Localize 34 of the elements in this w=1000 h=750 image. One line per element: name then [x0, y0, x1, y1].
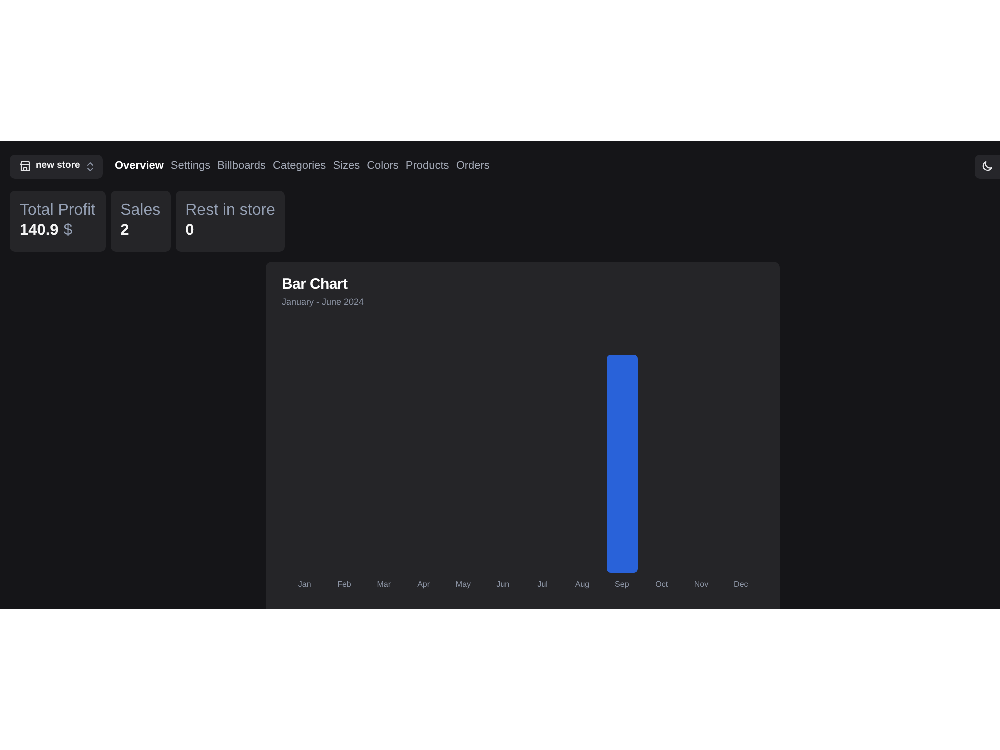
stat-title: Sales	[120, 201, 161, 220]
axis-label: Mar	[377, 580, 392, 590]
currency-symbol: $	[64, 221, 73, 241]
axis-label: May	[456, 580, 472, 590]
store-switcher[interactable]: new store	[10, 154, 103, 178]
stat-title: Total Profit	[20, 201, 96, 220]
axis-label: Jul	[538, 580, 548, 590]
stat-value: 2	[120, 221, 130, 241]
axis-label: Jun	[496, 580, 510, 590]
axis-label: Dec	[734, 580, 748, 590]
nav-link[interactable]: Orders	[456, 158, 490, 175]
axis-label: Nov	[694, 580, 709, 590]
chevron-up-down-icon	[87, 162, 94, 172]
nav-link[interactable]: Categories	[272, 158, 326, 175]
stat-value: 0	[186, 221, 194, 241]
nav-link[interactable]: Colors	[367, 158, 399, 175]
axis-label: Sep	[615, 580, 630, 590]
chart-title: Bar Chart	[282, 276, 349, 294]
chart-subtitle: January - June 2024	[282, 296, 366, 308]
stat-value: 140.9	[20, 221, 59, 241]
store-icon	[20, 161, 31, 172]
axis-label: Aug	[575, 580, 590, 590]
axis-label: Oct	[656, 580, 668, 590]
nav-link[interactable]: Billboards	[218, 158, 266, 175]
nav-link[interactable]: Sizes	[333, 158, 360, 175]
axis-label: Feb	[338, 580, 352, 590]
axis-label: Jan	[298, 580, 312, 590]
axis-label: Apr	[418, 580, 430, 590]
nav-link[interactable]: Settings	[170, 158, 211, 175]
stat-title: Rest in store	[186, 201, 276, 220]
nav-link[interactable]: Overview	[115, 158, 164, 175]
moon-icon	[982, 161, 993, 172]
nav-link[interactable]: Products	[406, 158, 450, 175]
theme-toggle-button[interactable]	[975, 154, 1000, 178]
